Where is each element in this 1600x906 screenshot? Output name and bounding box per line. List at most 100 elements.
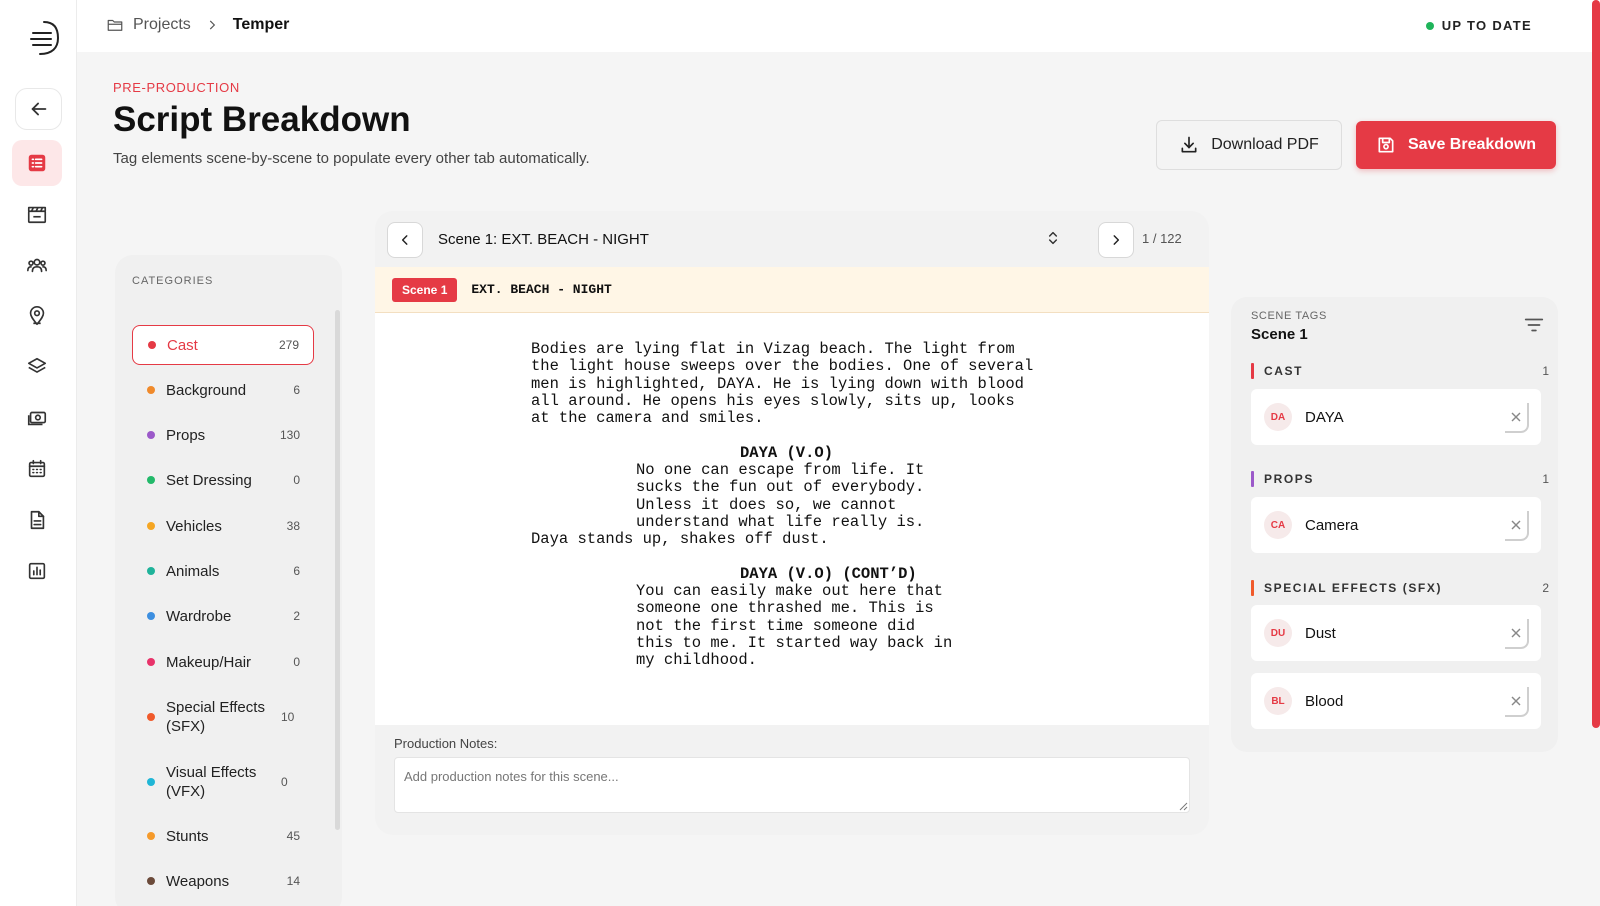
- sync-status-label: UP TO DATE: [1441, 18, 1532, 33]
- close-icon: [1511, 628, 1521, 638]
- sync-status: UP TO DATE: [1425, 18, 1532, 33]
- scene-selector[interactable]: Scene 1: EXT. BEACH - NIGHT: [421, 221, 1061, 257]
- remove-tag-button[interactable]: [1505, 619, 1529, 649]
- category-label: Background: [166, 381, 247, 399]
- group-color-bar: [1251, 471, 1254, 487]
- page-title: Script Breakdown: [113, 100, 411, 139]
- nav-schedule[interactable]: [12, 446, 62, 492]
- nav-locations[interactable]: [12, 293, 62, 339]
- money-icon: [27, 411, 47, 426]
- script-character[interactable]: DAYA (V.O): [740, 444, 833, 462]
- nav-script-breakdown[interactable]: [12, 140, 62, 186]
- category-special-effects[interactable]: Special Effects (SFX) 10: [132, 696, 314, 738]
- sidebar: [0, 0, 77, 906]
- production-notes-label: Production Notes:: [394, 736, 498, 751]
- remove-tag-button[interactable]: [1505, 687, 1529, 717]
- download-pdf-button[interactable]: Download PDF: [1156, 120, 1342, 170]
- top-bar: [77, 0, 1600, 52]
- scene-tags-panel: SCENE TAGS Scene 1 CAST 1 DA DAYA PROPS …: [1231, 297, 1558, 752]
- nav-reports[interactable]: [12, 548, 62, 594]
- back-button[interactable]: [15, 88, 62, 130]
- category-label: Makeup/Hair: [166, 653, 252, 671]
- script-action[interactable]: Bodies are lying flat in Vizag beach. Th…: [531, 340, 1033, 427]
- category-label: Wardrobe: [166, 607, 232, 625]
- scene-slugline: EXT. BEACH - NIGHT: [471, 282, 612, 297]
- category-color-dot: [147, 658, 155, 666]
- tag-group-count: 1: [1542, 364, 1549, 378]
- next-scene-button[interactable]: [1098, 222, 1134, 258]
- scene-page-count: 1 / 122: [1142, 231, 1182, 246]
- category-label: Stunts: [166, 827, 209, 845]
- chevron-up-down-icon: [1048, 231, 1058, 245]
- scene-panel: Scene 1: EXT. BEACH - NIGHT 1 / 122 Scen…: [375, 211, 1209, 835]
- category-color-dot: [147, 522, 155, 530]
- chevron-left-icon: [401, 235, 408, 245]
- category-label: Set Dressing: [166, 471, 252, 489]
- category-vehicles[interactable]: Vehicles 38: [132, 508, 314, 544]
- category-color-dot: [147, 431, 155, 439]
- remove-tag-button[interactable]: [1505, 403, 1529, 433]
- nav-cast[interactable]: [12, 242, 62, 288]
- scene-navigator: Scene 1: EXT. BEACH - NIGHT 1 / 122: [375, 211, 1209, 265]
- tag-item[interactable]: BL Blood: [1251, 673, 1541, 729]
- category-cast[interactable]: Cast 279: [132, 325, 314, 365]
- tag-group-title: CAST: [1264, 364, 1304, 378]
- category-wardrobe[interactable]: Wardrobe 2: [132, 598, 314, 634]
- category-visual-effects[interactable]: Visual Effects (VFX) 0: [132, 761, 314, 803]
- category-label: Visual Effects (VFX): [166, 764, 257, 800]
- script-character[interactable]: DAYA (V.O) (CONT’D): [740, 565, 917, 583]
- resize-handle-icon[interactable]: [1178, 801, 1188, 811]
- category-background[interactable]: Background 6: [132, 372, 314, 408]
- category-count: 279: [278, 338, 299, 352]
- script-action[interactable]: Daya stands up, shakes off dust.: [531, 530, 829, 548]
- tag-item[interactable]: CA Camera: [1251, 497, 1541, 553]
- previous-scene-button[interactable]: [387, 222, 423, 258]
- production-notes-input[interactable]: [394, 757, 1190, 813]
- script-dialogue[interactable]: No one can escape from life. It sucks th…: [636, 461, 924, 531]
- category-count: 38: [286, 519, 300, 533]
- tag-group-special-effects: SPECIAL EFFECTS (SFX) 2 DU Dust BL Blood: [1251, 580, 1549, 729]
- scene-selector-value: Scene 1: EXT. BEACH - NIGHT: [438, 230, 649, 248]
- nav-scenes[interactable]: [12, 191, 62, 237]
- remove-tag-button[interactable]: [1505, 511, 1529, 541]
- category-count: 0: [293, 655, 300, 669]
- tag-group-title: SPECIAL EFFECTS (SFX): [1264, 581, 1443, 595]
- category-weapons[interactable]: Weapons 14: [132, 863, 314, 899]
- bar-chart-icon: [28, 562, 46, 580]
- nav-layers[interactable]: [12, 344, 62, 390]
- categories-scrollbar[interactable]: [335, 310, 340, 830]
- filter-icon[interactable]: [1523, 314, 1545, 336]
- category-count: 130: [279, 428, 300, 442]
- category-label: Special Effects (SFX): [166, 699, 265, 735]
- category-count: 6: [293, 564, 300, 578]
- category-set-dressing[interactable]: Set Dressing 0: [132, 462, 314, 498]
- tag-avatar: CA: [1264, 511, 1292, 539]
- breadcrumb-current: Temper: [232, 16, 290, 33]
- script-dialogue[interactable]: You can easily make out here that someon…: [636, 582, 952, 669]
- categories-panel: CATEGORIES Cast 279 Background 6 Props 1…: [115, 255, 342, 906]
- layers-icon: [27, 357, 47, 373]
- category-animals[interactable]: Animals 6: [132, 553, 314, 589]
- category-label: Props: [166, 426, 206, 444]
- scene-heading-bar: Scene 1 EXT. BEACH - NIGHT: [375, 267, 1209, 313]
- breadcrumb-projects-link[interactable]: Projects: [133, 16, 191, 34]
- save-breakdown-button[interactable]: Save Breakdown: [1356, 121, 1556, 169]
- page-scrollbar[interactable]: [1592, 0, 1600, 728]
- category-color-dot: [147, 567, 155, 575]
- list-icon: [28, 154, 46, 172]
- tag-item[interactable]: DA DAYA: [1251, 389, 1541, 445]
- users-icon: [27, 258, 47, 273]
- category-props[interactable]: Props 130: [132, 417, 314, 453]
- category-stunts[interactable]: Stunts 45: [132, 818, 314, 854]
- category-makeup-hair[interactable]: Makeup/Hair 0: [132, 644, 314, 680]
- category-label: Weapons: [166, 872, 230, 890]
- app-logo-icon[interactable]: [20, 18, 60, 58]
- category-count: 0: [293, 473, 300, 487]
- tag-item[interactable]: DU Dust: [1251, 605, 1541, 661]
- nav-documents[interactable]: [12, 497, 62, 543]
- tag-group-title: PROPS: [1264, 472, 1315, 486]
- nav-budget[interactable]: [12, 395, 62, 441]
- group-color-bar: [1251, 580, 1254, 596]
- category-label: Cast: [167, 336, 198, 354]
- save-breakdown-label: Save Breakdown: [1407, 136, 1537, 153]
